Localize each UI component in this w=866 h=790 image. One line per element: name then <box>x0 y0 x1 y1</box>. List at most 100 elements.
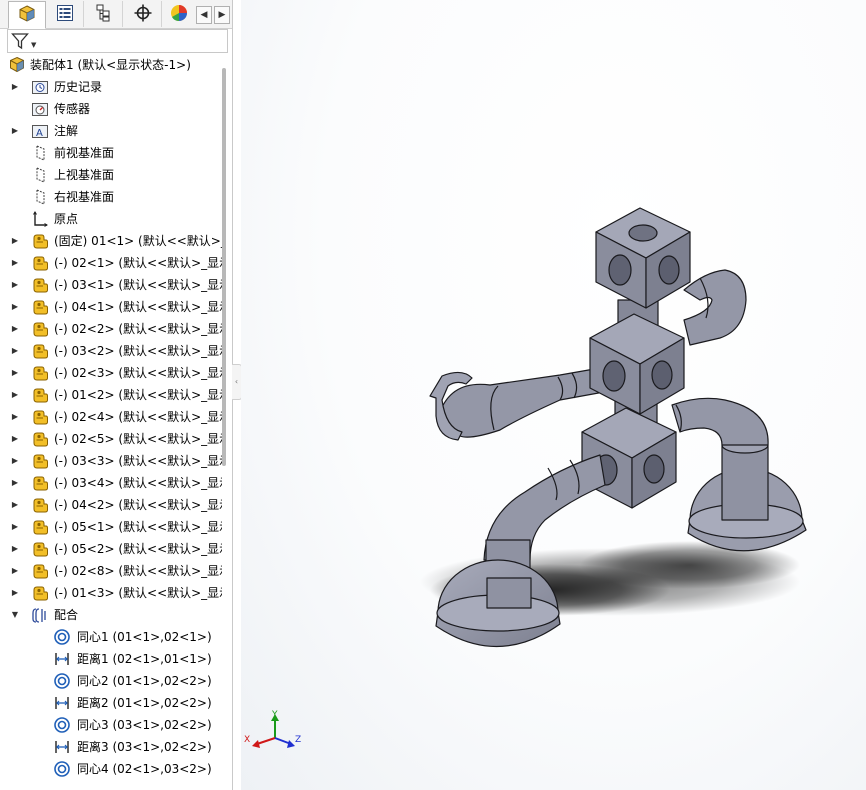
feature-manager-tab[interactable] <box>8 1 46 29</box>
display-pie-icon <box>169 3 189 26</box>
mate-item[interactable]: 同心1 (01<1>,02<1>) <box>0 626 222 648</box>
expand-arrow-icon[interactable]: ▶ <box>10 81 20 93</box>
expand-arrow-icon[interactable]: ▶ <box>10 367 20 379</box>
distance-icon <box>53 650 71 668</box>
expand-arrow-icon[interactable]: ▶ <box>10 499 20 511</box>
concentric-icon <box>53 628 71 646</box>
tree-item-label: 配合 <box>54 608 79 622</box>
tree-item[interactable]: ▶ (-) 02<4> (默认<<默认>_显示 <box>0 406 222 428</box>
assembly-icon <box>8 56 26 74</box>
property-manager-tab[interactable] <box>47 1 84 27</box>
expand-arrow-icon[interactable]: ▶ <box>10 543 20 555</box>
expand-arrow-icon[interactable]: ▶ <box>10 411 20 423</box>
tree-item-label: 同心4 (02<1>,03<2>) <box>77 762 212 776</box>
sensor-folder-icon <box>31 100 49 118</box>
expand-arrow-icon[interactable]: ▶ <box>10 565 20 577</box>
tab-scroll-right-button[interactable]: ▶ <box>214 6 230 24</box>
tree-item[interactable]: ▶ (-) 03<1> (默认<<默认>_显示 <box>0 274 222 296</box>
tree-item-mates[interactable]: ▼ 配合 <box>0 604 222 626</box>
part-icon <box>31 364 49 382</box>
tree-item[interactable]: ▶ (-) 05<2> (默认<<默认>_显示 <box>0 538 222 560</box>
tree-item[interactable]: 原点 <box>0 208 222 230</box>
tree-item-label: 距离2 (01<1>,02<2>) <box>77 696 212 710</box>
concentric-icon <box>53 760 71 778</box>
tree-item-label: (-) 02<2> (默认<<默认>_显示 <box>54 322 222 336</box>
tree-filter-bar[interactable]: ▼ <box>7 29 228 53</box>
tree-item[interactable]: ▶ (-) 03<2> (默认<<默认>_显示 <box>0 340 222 362</box>
tree-scrollbar[interactable] <box>222 68 226 466</box>
expand-arrow-icon[interactable]: ▶ <box>10 279 20 291</box>
configuration-tree-icon <box>94 3 114 26</box>
expand-arrow-icon[interactable]: ▶ <box>10 345 20 357</box>
tree-item[interactable]: ▶ (-) 04<1> (默认<<默认>_显示 <box>0 296 222 318</box>
tree-item-label: 原点 <box>54 212 79 226</box>
expand-arrow-icon[interactable]: ▶ <box>10 433 20 445</box>
expand-arrow-icon[interactable]: ▶ <box>10 257 20 269</box>
mate-item[interactable]: 距离3 (03<1>,02<2>) <box>0 736 222 758</box>
chevron-down-icon[interactable]: ▼ <box>31 41 36 49</box>
tree-item[interactable]: ▶ A 注解 <box>0 120 222 142</box>
tree-item-label: 注解 <box>54 124 79 138</box>
tree-item[interactable]: ▶ (-) 01<3> (默认<<默认>_显示 <box>0 582 222 604</box>
robot-assembly-model[interactable] <box>241 0 866 790</box>
plane-icon <box>31 188 49 206</box>
tree-item[interactable]: 上视基准面 <box>0 164 222 186</box>
tree-item[interactable]: 右视基准面 <box>0 186 222 208</box>
tree-item[interactable]: ▶ (-) 02<2> (默认<<默认>_显示 <box>0 318 222 340</box>
part-icon <box>31 342 49 360</box>
expand-arrow-icon[interactable]: ▶ <box>10 125 20 137</box>
tree-item[interactable]: ▶ (-) 04<2> (默认<<默认>_显示 <box>0 494 222 516</box>
display-manager-tab[interactable] <box>164 1 194 27</box>
triad-x-label: X <box>244 735 250 745</box>
tab-scroll-left-button[interactable]: ◀ <box>196 6 212 24</box>
left-arm <box>429 367 605 441</box>
tree-item-label: 同心3 (03<1>,02<2>) <box>77 718 212 732</box>
tree-item-label: (-) 02<3> (默认<<默认>_显示 <box>54 366 222 380</box>
mate-item[interactable]: 同心4 (02<1>,03<2>) <box>0 758 222 780</box>
part-icon <box>31 298 49 316</box>
tree-root-assembly[interactable]: 装配体1 (默认<显示状态-1>) <box>0 54 222 76</box>
tree-item[interactable]: 前视基准面 <box>0 142 222 164</box>
mate-item[interactable]: 同心3 (03<1>,02<2>) <box>0 714 222 736</box>
expand-arrow-icon[interactable]: ▶ <box>10 301 20 313</box>
tree-item[interactable]: ▶ (-) 03<3> (默认<<默认>_显示 <box>0 450 222 472</box>
tree-item[interactable]: 传感器 <box>0 98 222 120</box>
tree-item[interactable]: ▶ 历史记录 <box>0 76 222 98</box>
tree-item-label: (-) 04<2> (默认<<默认>_显示 <box>54 498 222 512</box>
expand-arrow-icon[interactable]: ▶ <box>10 455 20 467</box>
configuration-manager-tab[interactable] <box>86 1 123 27</box>
part-icon <box>31 474 49 492</box>
expand-arrow-icon[interactable]: ▶ <box>10 323 20 335</box>
tree-item[interactable]: ▶ (-) 01<2> (默认<<默认>_显示 <box>0 384 222 406</box>
graphics-viewport[interactable]: X Y Z <box>241 0 866 790</box>
tree-item-label: (-) 01<3> (默认<<默认>_显示 <box>54 586 222 600</box>
tree-item[interactable]: ▶ (-) 02<5> (默认<<默认>_显示 <box>0 428 222 450</box>
tree-item-label: 传感器 <box>54 102 91 116</box>
tree-item-label: 距离3 (03<1>,02<2>) <box>77 740 212 754</box>
tree-item[interactable]: ▶ (-) 02<1> (默认<<默认>_显示 <box>0 252 222 274</box>
property-list-icon <box>55 3 75 26</box>
mate-item[interactable]: 距离2 (01<1>,02<2>) <box>0 692 222 714</box>
part-icon <box>31 408 49 426</box>
funnel-icon[interactable] <box>11 32 29 53</box>
part-icon <box>31 452 49 470</box>
expand-arrow-icon[interactable]: ▶ <box>10 389 20 401</box>
tree-item[interactable]: ▶ (-) 02<8> (默认<<默认>_显示 <box>0 560 222 582</box>
tree-item[interactable]: ▶ (-) 02<3> (默认<<默认>_显示 <box>0 362 222 384</box>
dimxpert-tab[interactable] <box>125 1 162 27</box>
part-icon <box>31 430 49 448</box>
mate-item[interactable]: 距离1 (02<1>,01<1>) <box>0 648 222 670</box>
expand-arrow-icon[interactable]: ▶ <box>10 587 20 599</box>
expand-arrow-icon[interactable]: ▶ <box>10 521 20 533</box>
tree-item[interactable]: ▶ (固定) 01<1> (默认<<默认>_ <box>0 230 222 252</box>
tree-item[interactable]: ▶ (-) 03<4> (默认<<默认>_显示 <box>0 472 222 494</box>
torso-cube <box>589 313 685 415</box>
plane-icon <box>31 144 49 162</box>
mate-item[interactable]: 同心2 (01<1>,02<2>) <box>0 670 222 692</box>
triad-y-label: Y <box>271 710 278 720</box>
expand-arrow-icon[interactable]: ▶ <box>10 477 20 489</box>
tree-item[interactable]: ▶ (-) 05<1> (默认<<默认>_显示 <box>0 516 222 538</box>
collapse-arrow-icon[interactable]: ▼ <box>10 609 20 621</box>
expand-arrow-icon[interactable]: ▶ <box>10 235 20 247</box>
origin-icon <box>31 210 49 228</box>
